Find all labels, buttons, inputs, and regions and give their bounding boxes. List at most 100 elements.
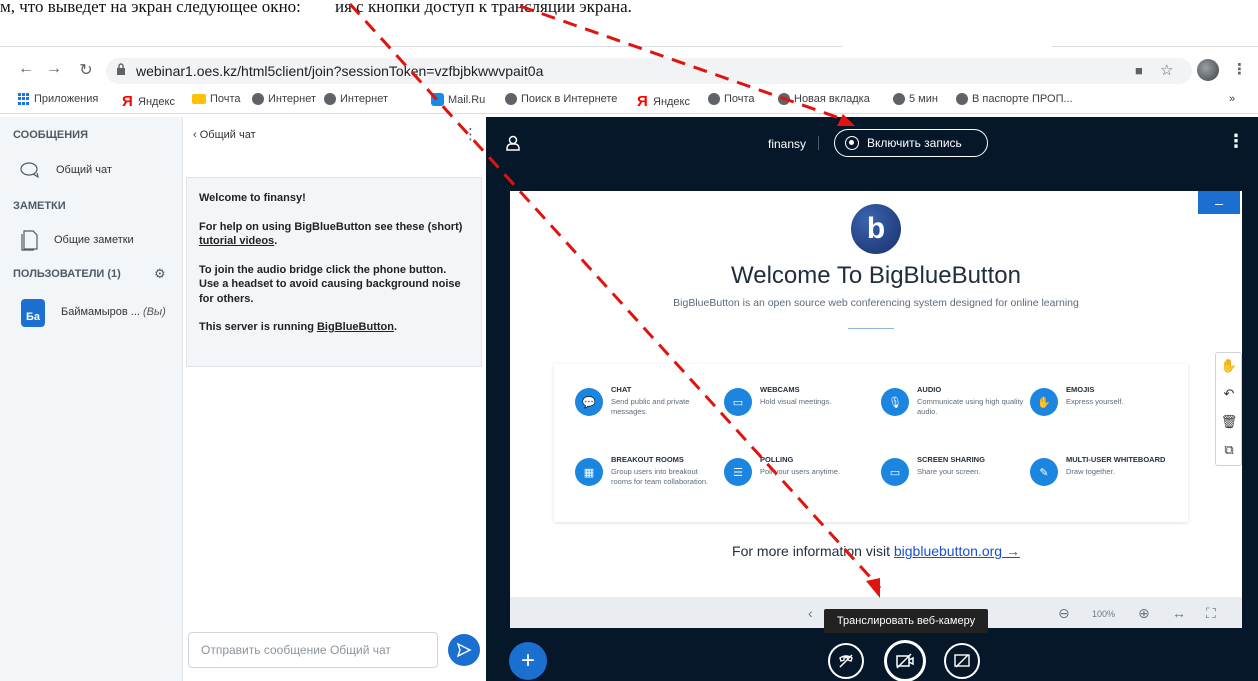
user-icon[interactable]	[505, 135, 521, 151]
bookmark-mailru[interactable]: Mail.Ru	[431, 93, 485, 106]
feature-polling: ☰ POLLING Poll your users anytime.	[724, 455, 864, 486]
avatar[interactable]: Ба	[21, 299, 45, 327]
bookmark-internet-2[interactable]: Интернет	[324, 93, 388, 105]
microphone-icon: 🎙	[881, 388, 909, 416]
chat-header[interactable]: ‹ Общий чат	[193, 129, 256, 141]
video-off-icon	[896, 653, 914, 669]
doc-text-left: м, что выведет на экран следующее окно:	[0, 0, 301, 16]
user-list-entry[interactable]: Баймамыров ... (Вы)	[61, 306, 166, 318]
bookmark-yandex-2[interactable]: Я Яндекс	[637, 93, 690, 110]
trash-icon[interactable]: 🗑	[1219, 414, 1239, 430]
prev-slide-icon[interactable]: ‹	[808, 605, 813, 621]
bookmark-search[interactable]: Поиск в Интернете	[505, 93, 617, 105]
yandex-icon: Я	[122, 93, 133, 110]
chat-icon	[20, 162, 39, 179]
globe-icon	[893, 93, 905, 105]
bookmark-internet-1[interactable]: Интернет	[252, 93, 316, 105]
globe-icon	[505, 93, 517, 105]
chat-icon: 💬	[575, 388, 603, 416]
screenshare-off-icon	[954, 654, 970, 668]
tab-strip-line-right	[1052, 46, 1258, 47]
chat-message-input[interactable]: Отправить сообщение Общий чат	[188, 632, 438, 668]
bookmark-5min[interactable]: 5 мин	[893, 93, 938, 105]
globe-icon	[252, 93, 264, 105]
audio-button[interactable]	[828, 643, 864, 679]
users-section-title: ПОЛЬЗОВАТЕЛИ (1)	[13, 268, 121, 280]
star-icon[interactable]: ☆	[1160, 61, 1173, 79]
screen-icon: ▭	[881, 458, 909, 486]
lock-icon	[117, 63, 125, 75]
globe-icon	[778, 93, 790, 105]
screenshare-button[interactable]	[944, 643, 980, 679]
feature-emojis: ✋ EMOJIS Express yourself.	[1030, 385, 1180, 416]
public-chat-item[interactable]: Общий чат	[20, 161, 112, 179]
messages-section-title: СООБЩЕНИЯ	[13, 129, 88, 141]
back-icon[interactable]: ←	[16, 60, 36, 78]
camera-icon[interactable]: ■	[1135, 63, 1143, 78]
zoom-level: 100%	[1092, 609, 1116, 619]
actions-plus-button[interactable]: +	[509, 642, 547, 680]
bookmark-apps[interactable]: Приложения	[18, 93, 98, 105]
notes-icon	[21, 230, 38, 251]
fullscreen-icon[interactable]: ⛶	[1206, 605, 1216, 622]
poll-icon: ☰	[724, 458, 752, 486]
apps-icon	[18, 93, 30, 105]
hand-tool-icon[interactable]: ✋	[1219, 358, 1239, 374]
more-info-text: For more information visit bigbluebutton…	[732, 543, 1020, 559]
mail-icon	[192, 94, 206, 104]
webcam-tooltip: Транслировать веб-камеру	[824, 609, 988, 633]
slide-title: Welcome To BigBlueButton	[731, 262, 1021, 289]
help-text: For help on using BigBlueButton see thes…	[199, 220, 463, 248]
feature-breakout: ▦ BREAKOUT ROOMS Group users into breakou…	[575, 455, 715, 487]
options-menu-icon[interactable]: ⋮	[1227, 131, 1245, 152]
doc-text-mid: ия с кнопки доступ к трансляции экрана.	[335, 0, 632, 16]
mailru-icon	[431, 93, 444, 106]
browser-menu-icon[interactable]: ⋮	[1232, 60, 1247, 78]
bookmark-mail-2[interactable]: Почта	[708, 93, 755, 105]
chat-options-icon[interactable]: ⋮	[463, 125, 478, 143]
forward-icon[interactable]: →	[44, 60, 64, 78]
welcome-message: Welcome to finansy! For help on using Bi…	[186, 177, 482, 367]
record-label: Включить запись	[867, 136, 962, 150]
feature-audio: 🎙 AUDIO Communicate using high quality au…	[881, 385, 1026, 417]
bookmark-mail[interactable]: Почта	[192, 93, 241, 105]
audio-text: To join the audio bridge click the phone…	[199, 263, 461, 305]
reload-icon[interactable]: ↻	[76, 60, 96, 80]
feature-screenshare: ▭ SCREEN SHARING Share your screen.	[881, 455, 1026, 486]
server-text: This server is running BigBlueButton.	[199, 321, 398, 333]
minimize-presentation-button[interactable]: –	[1198, 191, 1240, 214]
chat-title: Общий чат	[199, 129, 256, 141]
bookmark-passport[interactable]: В паспорте ПРОП...	[956, 93, 1073, 105]
slide-subtitle: BigBlueButton is an open source web conf…	[673, 297, 1079, 309]
tutorial-link[interactable]: tutorial videos	[199, 235, 274, 247]
shared-notes-item[interactable]: Общие заметки	[20, 229, 134, 251]
undo-icon[interactable]: ↶	[1219, 386, 1239, 402]
bookmark-newtab[interactable]: Новая вкладка	[778, 93, 870, 105]
yandex-icon: Я	[637, 93, 648, 110]
webcam-button[interactable]	[884, 640, 926, 681]
globe-icon	[956, 93, 968, 105]
header-separator	[818, 136, 819, 150]
bookmarks-overflow[interactable]: »	[1229, 93, 1235, 105]
send-icon	[456, 642, 472, 658]
multiuser-icon[interactable]: ⧉	[1219, 442, 1239, 458]
feature-webcams: ▭ WEBCAMS Hold visual meetings.	[724, 385, 864, 416]
zoom-out-icon[interactable]: ⊖	[1058, 605, 1070, 622]
hand-icon: ✋	[1030, 388, 1058, 416]
bbb-org-link[interactable]: bigbluebutton.org →	[894, 543, 1020, 559]
user-name: Баймамыров ...	[61, 306, 140, 318]
zoom-in-icon[interactable]: ⊕	[1138, 605, 1150, 622]
record-button[interactable]: Включить запись	[834, 129, 988, 157]
send-button[interactable]	[448, 634, 480, 666]
bbb-link[interactable]: BigBlueButton	[317, 321, 394, 333]
fit-width-icon[interactable]: ↔	[1172, 605, 1186, 621]
gear-icon[interactable]: ⚙	[154, 266, 166, 282]
conference-name: finansy	[768, 137, 807, 151]
globe-icon	[324, 93, 336, 105]
bookmark-yandex[interactable]: Я Яндекс	[122, 93, 175, 110]
tab-strip-line	[0, 46, 842, 47]
url-text[interactable]: webinar1.oes.kz/html5client/join?session…	[136, 63, 543, 79]
feature-whiteboard: ✎ MULTI-USER WHITEBOARD Draw together.	[1030, 455, 1185, 486]
record-icon	[845, 136, 859, 150]
profile-avatar[interactable]	[1197, 59, 1219, 81]
